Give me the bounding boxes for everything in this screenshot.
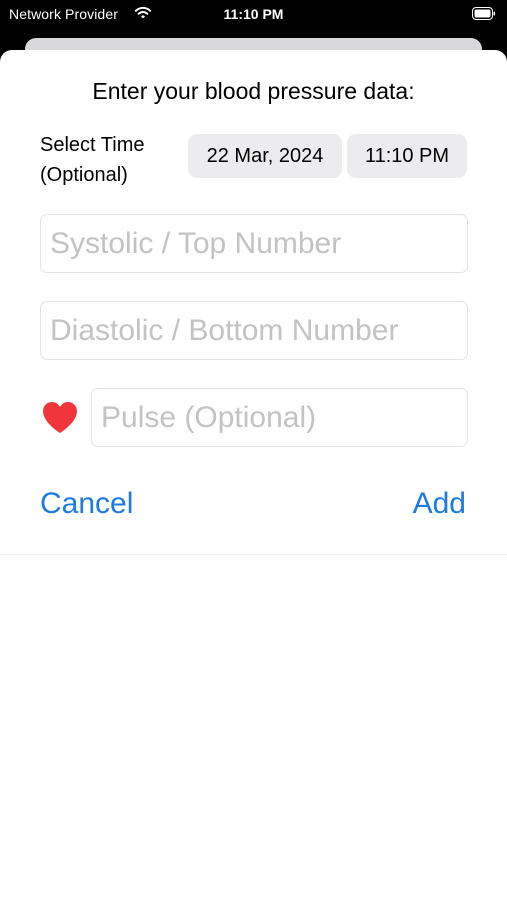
heart-icon — [43, 402, 77, 433]
diastolic-input[interactable] — [40, 301, 468, 360]
blood-pressure-sheet: Enter your blood pressure data: Select T… — [0, 50, 507, 900]
add-button[interactable]: Add — [413, 484, 466, 524]
pulse-input[interactable] — [91, 388, 468, 447]
sheet-title: Enter your blood pressure data: — [92, 78, 415, 104]
select-time-label-line1: Select Time — [40, 134, 145, 156]
systolic-input[interactable] — [40, 214, 468, 273]
select-time-label-line2: (Optional) — [40, 164, 128, 186]
cancel-button[interactable]: Cancel — [40, 484, 133, 524]
date-picker-button[interactable]: 22 Mar, 2024 — [188, 134, 342, 178]
status-time: 11:10 PM — [223, 6, 284, 22]
select-time-label: Select Time (Optional) — [40, 130, 144, 190]
status-bar: Network Provider 11:10 PM — [0, 0, 507, 28]
time-picker-button[interactable]: 11:10 PM — [347, 134, 467, 178]
separator — [0, 554, 507, 555]
battery-icon — [472, 7, 496, 20]
